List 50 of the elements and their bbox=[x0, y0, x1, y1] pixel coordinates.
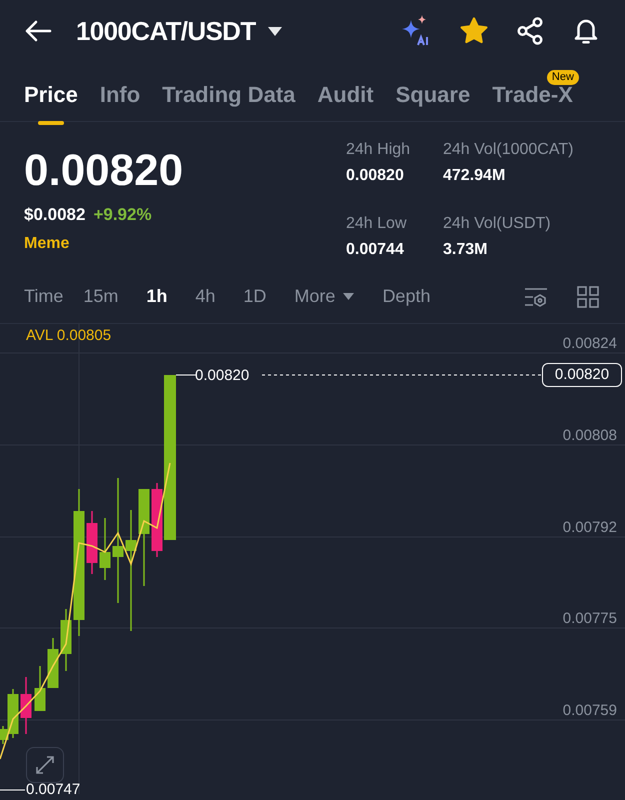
stat-label: 24h Low bbox=[346, 214, 408, 234]
price-change: +9.92% bbox=[93, 204, 152, 226]
back-arrow-icon[interactable] bbox=[24, 20, 52, 42]
axis-label: 0.00792 bbox=[562, 518, 617, 538]
stat-value: 472.94M bbox=[443, 166, 506, 186]
axis-label: 0.00775 bbox=[562, 609, 617, 629]
stat-label: 24h High bbox=[346, 140, 412, 160]
last-price: 0.00820 bbox=[24, 146, 184, 196]
price-axis-label: 0.00820 bbox=[542, 363, 622, 387]
pair-title[interactable]: 1000CAT/USDT bbox=[76, 12, 256, 50]
price-line bbox=[176, 374, 196, 376]
candlestick bbox=[60, 609, 72, 671]
avl-label: AVL 0.00805 bbox=[26, 326, 112, 346]
candlestick bbox=[48, 638, 58, 688]
interval-tab[interactable]: 1D bbox=[243, 283, 266, 310]
stat-value: 3.73M bbox=[443, 240, 488, 260]
expand-button[interactable] bbox=[26, 747, 64, 783]
price-label: 0.00820 bbox=[195, 366, 250, 386]
caret-icon[interactable] bbox=[268, 26, 282, 36]
axis-label: 0.00759 bbox=[562, 701, 617, 721]
interval-tab[interactable]: 4h bbox=[195, 283, 216, 310]
interval-tab[interactable]: Time bbox=[24, 283, 64, 310]
new-badge: New bbox=[546, 70, 579, 85]
candlestick bbox=[34, 666, 46, 711]
axis-label: 0.00808 bbox=[562, 426, 617, 446]
star-icon[interactable] bbox=[459, 16, 489, 46]
stat-label: 24h Vol(1000CAT) bbox=[443, 140, 574, 160]
caret-icon bbox=[343, 293, 354, 300]
expand-icon bbox=[35, 755, 55, 775]
usd-price: $0.0082 bbox=[24, 204, 86, 226]
low-price-label: 0.00747 bbox=[26, 781, 80, 799]
share-icon[interactable] bbox=[515, 16, 545, 46]
tab[interactable]: Price bbox=[24, 78, 78, 125]
candlestick bbox=[20, 677, 32, 734]
stat-value: 0.00744 bbox=[346, 240, 405, 260]
tab[interactable]: Square bbox=[396, 78, 470, 125]
grid-icon[interactable] bbox=[577, 286, 599, 308]
candlestick bbox=[100, 518, 110, 580]
interval-tab[interactable]: 1h bbox=[146, 283, 168, 310]
category-tag[interactable]: Meme bbox=[24, 232, 184, 256]
interval-tab[interactable]: Depth bbox=[382, 283, 430, 310]
axis-label: 0.00824 bbox=[562, 334, 617, 354]
tab[interactable]: Trading Data bbox=[162, 78, 296, 125]
more-dropdown[interactable]: More bbox=[294, 283, 354, 310]
stat-label: 24h Vol(USDT) bbox=[443, 214, 552, 234]
candlestick bbox=[86, 511, 98, 574]
interval-tab[interactable]: 15m bbox=[83, 283, 118, 310]
tab[interactable]: Info bbox=[100, 78, 140, 125]
stat-value: 0.00820 bbox=[346, 166, 405, 186]
tab[interactable]: Audit bbox=[317, 78, 374, 125]
